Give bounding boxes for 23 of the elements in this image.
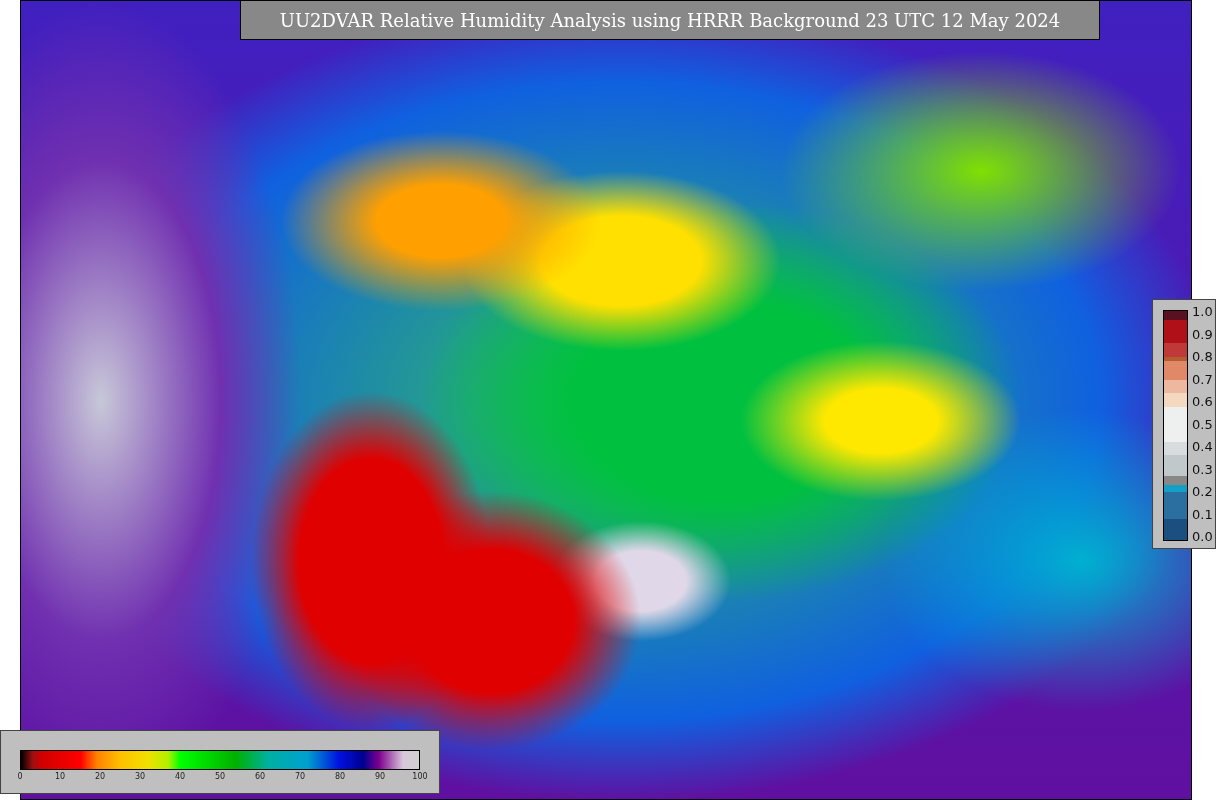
map-title: UU2DVAR Relative Humidity Analysis using HRRR Background 23 UTC 12 May 2024 xyxy=(240,0,1100,40)
tick-label: 20 xyxy=(94,772,106,781)
tick-label: 0.9 xyxy=(1192,326,1213,342)
tick-label: 0.1 xyxy=(1192,506,1213,522)
tick-label: 40 xyxy=(174,772,186,781)
tick-label: 80 xyxy=(334,772,346,781)
tick-label: 1.0 xyxy=(1192,304,1213,319)
tick-label: 30 xyxy=(134,772,146,781)
tick-label: 90 xyxy=(374,772,386,781)
tick-label: 0.0 xyxy=(1192,529,1213,544)
tick-label: 0.4 xyxy=(1192,439,1213,454)
tick-label: 0.2 xyxy=(1192,484,1213,499)
tick-label: 70 xyxy=(294,772,306,781)
tick-label: 0 xyxy=(17,772,23,781)
tick-label: 10 xyxy=(54,772,66,781)
tick-label: 60 xyxy=(254,772,266,781)
tick-label: 0.7 xyxy=(1192,371,1213,387)
tick-label: 50 xyxy=(214,772,226,781)
tick-label: 0.3 xyxy=(1192,461,1213,477)
tick-label: 0.8 xyxy=(1192,349,1213,364)
tick-label: 0.5 xyxy=(1192,416,1213,432)
tick-label: 100 xyxy=(412,772,428,781)
tick-label: 0.6 xyxy=(1192,394,1213,409)
